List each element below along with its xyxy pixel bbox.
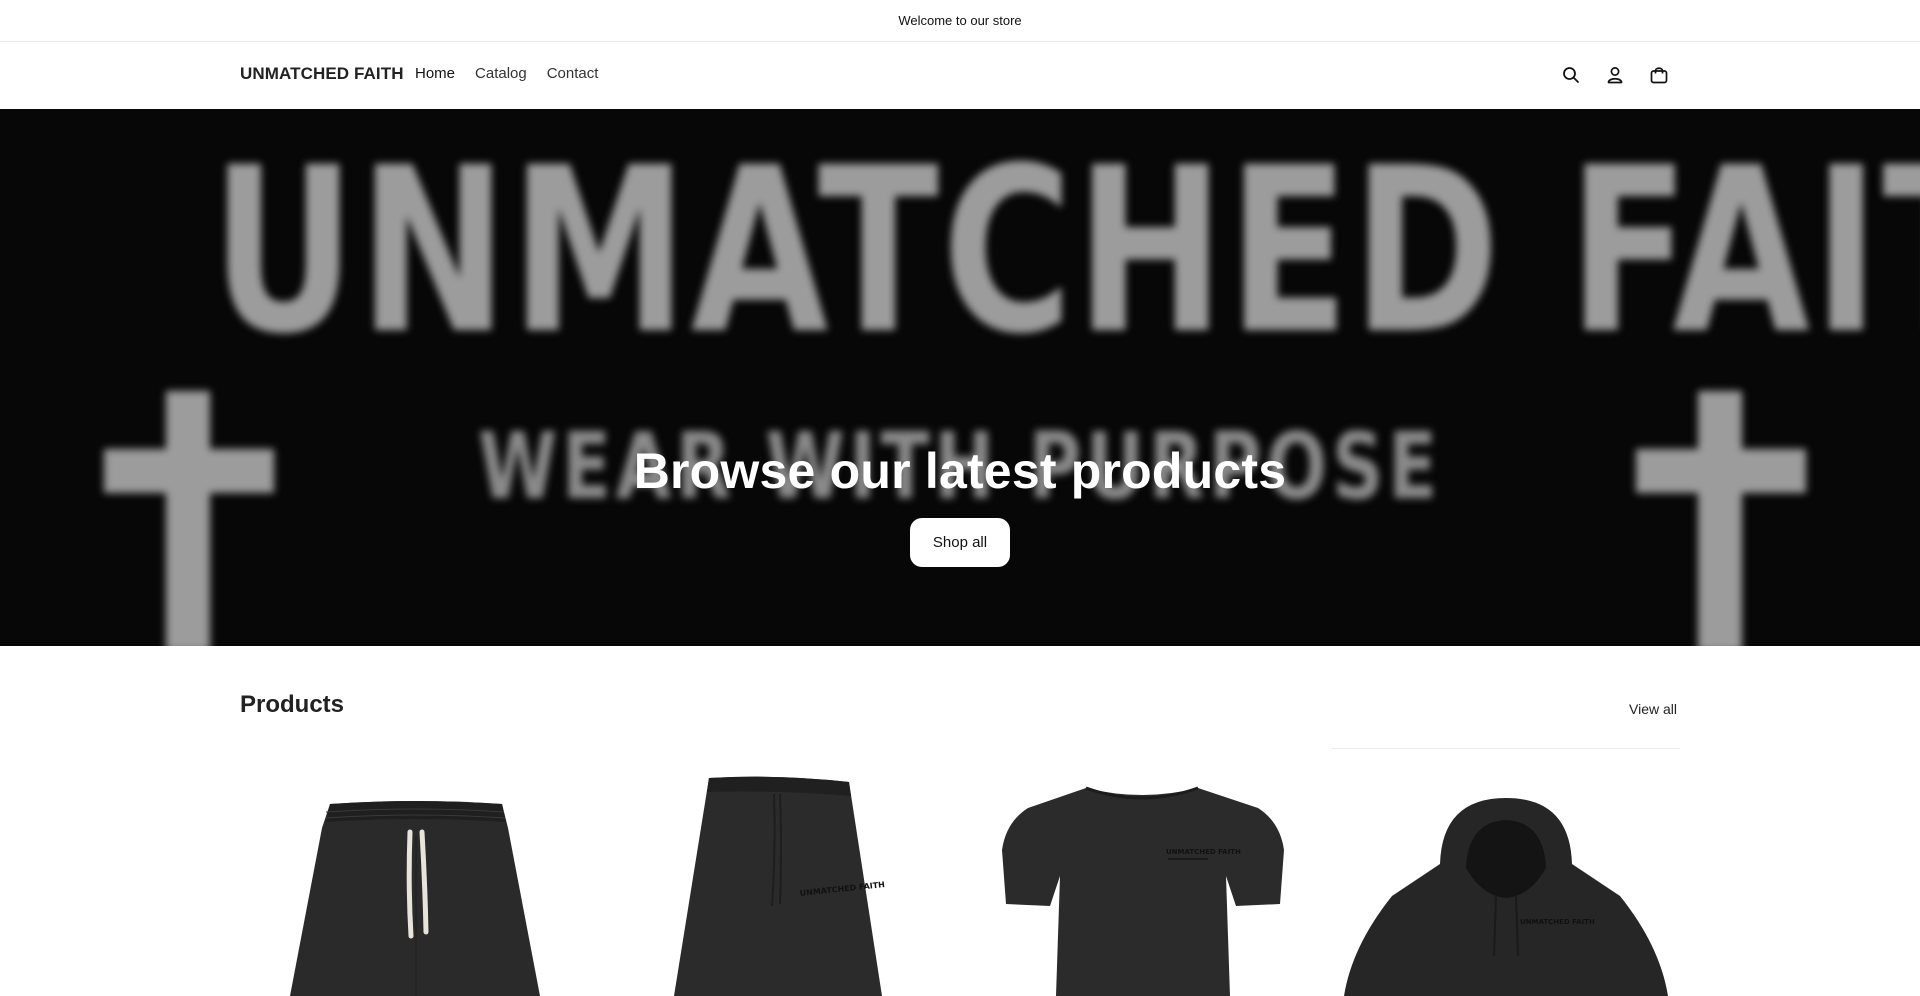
product-card-3[interactable]: UNMATCHED FAITH <box>968 756 1316 996</box>
header-icons <box>1560 64 1670 86</box>
nav-home[interactable]: Home <box>415 65 455 82</box>
product-card-1[interactable] <box>240 756 588 996</box>
product-image-long-shorts: UNMATCHED FAITH <box>674 776 885 996</box>
svg-text:UNMATCHED FAITH: UNMATCHED FAITH <box>1166 848 1241 856</box>
cart-icon[interactable] <box>1648 64 1670 86</box>
svg-text:UNMATCHED FAITH: UNMATCHED FAITH <box>1520 918 1595 926</box>
view-all-link[interactable]: View all <box>1629 701 1677 717</box>
product-image-shorts <box>290 801 540 996</box>
nav-catalog[interactable]: Catalog <box>475 65 527 82</box>
main-nav: Home Catalog Contact <box>415 65 598 82</box>
announcement-text: Welcome to our store <box>898 13 1022 28</box>
hero-bg-brand-text: UNMATCHED FAITH <box>211 118 1920 384</box>
products-heading: Products <box>240 691 345 718</box>
store-logo[interactable]: UNMATCHED FAITH <box>240 64 404 84</box>
hero-content: Browse our latest products Shop all <box>0 442 1920 567</box>
products-section: Products View all UNMATCHED FAITH UNMATC <box>0 646 1920 996</box>
hero-title: Browse our latest products <box>633 443 1287 499</box>
nav-contact[interactable]: Contact <box>547 65 599 82</box>
product-card-4[interactable]: UNMATCHED FAITH <box>1332 756 1680 996</box>
divider <box>1332 748 1680 749</box>
hero-banner: UNMATCHED FAITH WEAR WITH PURPOSE Browse… <box>0 109 1920 646</box>
product-image-tshirt: UNMATCHED FAITH <box>1002 786 1284 996</box>
product-image-hoodie: UNMATCHED FAITH <box>1344 798 1668 996</box>
account-icon[interactable] <box>1604 64 1626 86</box>
product-card-2[interactable]: UNMATCHED FAITH <box>604 756 952 996</box>
search-icon[interactable] <box>1560 64 1582 86</box>
site-header: UNMATCHED FAITH Home Catalog Contact <box>0 42 1920 109</box>
announcement-bar: Welcome to our store <box>0 0 1920 42</box>
shop-all-button[interactable]: Shop all <box>909 518 1011 567</box>
